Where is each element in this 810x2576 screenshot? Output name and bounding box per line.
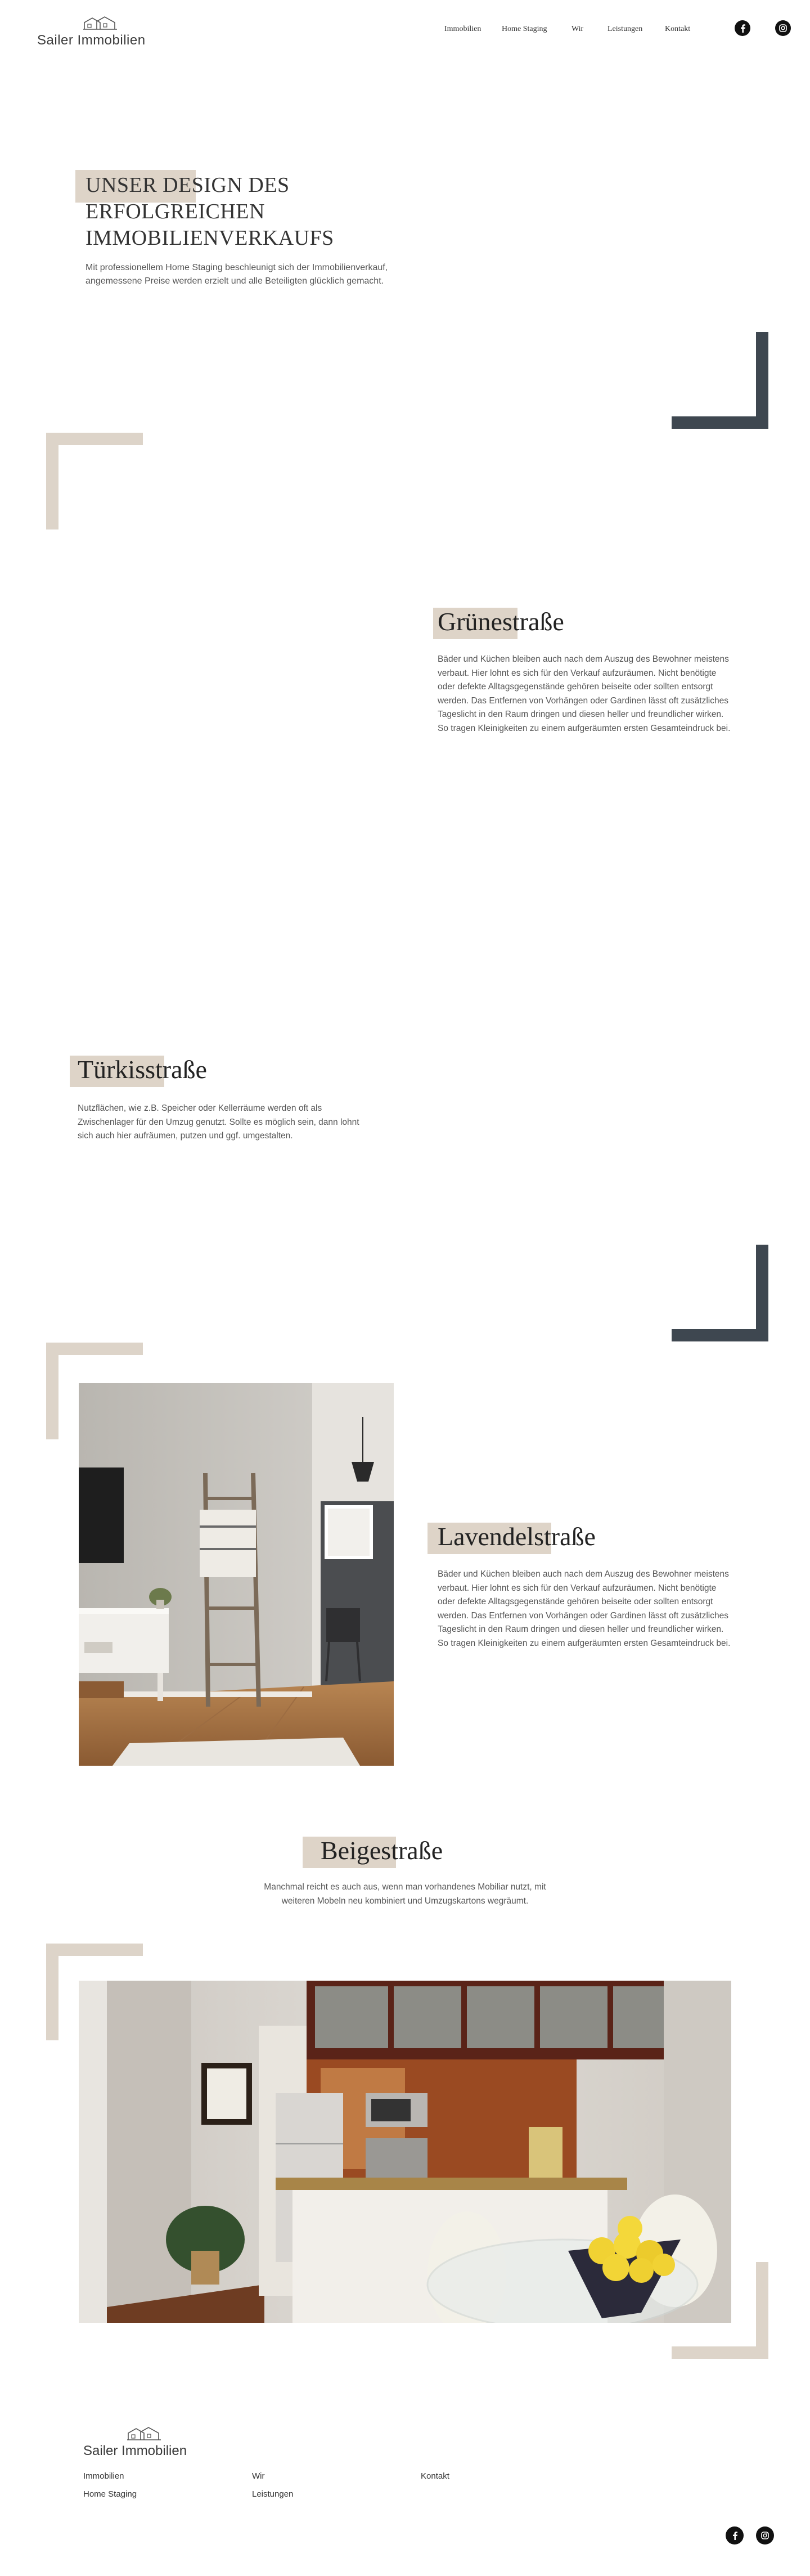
- footer-link-leistungen[interactable]: Leistungen: [252, 2489, 293, 2499]
- corner-bracket-light: [756, 2262, 768, 2359]
- instagram-icon[interactable]: [756, 2526, 774, 2544]
- section-title-tuerkisstrasse: Türkisstraße: [78, 1055, 207, 1084]
- header-logo[interactable]: Sailer Immobilien: [37, 16, 166, 50]
- house-logo-icon: [127, 2427, 161, 2440]
- corner-bracket-light: [46, 1343, 58, 1439]
- hero-title: UNSER DESIGN DES ERFOLGREICHEN IMMOBILIE…: [86, 172, 400, 252]
- main-nav: Immobilien Home Staging Wir Leistungen K…: [444, 25, 704, 34]
- nav-wir[interactable]: Wir: [572, 25, 608, 34]
- section-title-lavendelstrasse: Lavendelstraße: [438, 1522, 596, 1551]
- corner-bracket-dark: [756, 332, 768, 429]
- section-title-gruenestrasse: Grünestraße: [438, 607, 564, 636]
- footer-link-wir[interactable]: Wir: [252, 2471, 265, 2481]
- corner-bracket-dark: [672, 416, 768, 429]
- section-body-lavendelstrasse: Bäder und Küchen bleiben auch nach dem A…: [438, 1569, 731, 1648]
- hero-title-line: ERFOLGREICHEN: [86, 200, 265, 223]
- facebook-icon[interactable]: [735, 20, 750, 36]
- nav-home-staging[interactable]: Home Staging: [502, 25, 572, 34]
- section-body-gruenestrasse: Bäder und Küchen bleiben auch nach dem A…: [438, 654, 731, 733]
- section-body-beigestrasse: Manchmal reicht es auch aus, wenn man vo…: [264, 1882, 546, 1906]
- corner-bracket-dark: [756, 1245, 768, 1341]
- corner-bracket-light: [46, 433, 143, 445]
- corner-bracket-dark: [672, 1329, 768, 1341]
- nav-kontakt[interactable]: Kontakt: [665, 25, 704, 34]
- footer-link-kontakt[interactable]: Kontakt: [421, 2471, 449, 2481]
- section-title-beigestrasse: Beigestraße: [321, 1836, 443, 1865]
- footer-link-immobilien[interactable]: Immobilien: [83, 2471, 124, 2481]
- instagram-icon[interactable]: [775, 20, 791, 36]
- hero-title-line: UNSER DESIGN DES: [86, 173, 290, 197]
- nav-immobilien[interactable]: Immobilien: [444, 25, 502, 34]
- footer-logo[interactable]: Sailer Immobilien: [83, 2426, 218, 2460]
- hero-title-line: IMMOBILIENVERKAUFS: [86, 226, 334, 250]
- corner-bracket-light: [46, 1944, 58, 2040]
- facebook-icon[interactable]: [726, 2526, 744, 2544]
- footer-link-home-staging[interactable]: Home Staging: [83, 2489, 137, 2499]
- living-room-photo: [79, 1383, 394, 1766]
- nav-leistungen[interactable]: Leistungen: [608, 25, 665, 34]
- section-body-tuerkisstrasse: Nutzflächen, wie z.B. Speicher oder Kell…: [78, 1103, 359, 1141]
- house-logo-icon: [83, 16, 117, 30]
- corner-bracket-light: [46, 1944, 143, 1956]
- corner-bracket-light: [672, 2346, 768, 2359]
- kitchen-photo: [79, 1981, 731, 2323]
- hero-subtitle: Mit professionellem Home Staging beschle…: [86, 263, 388, 286]
- corner-bracket-light: [46, 433, 58, 529]
- footer-logo-text: Sailer Immobilien: [83, 2443, 187, 2458]
- logo-text: Sailer Immobilien: [37, 33, 146, 48]
- corner-bracket-light: [46, 1343, 143, 1355]
